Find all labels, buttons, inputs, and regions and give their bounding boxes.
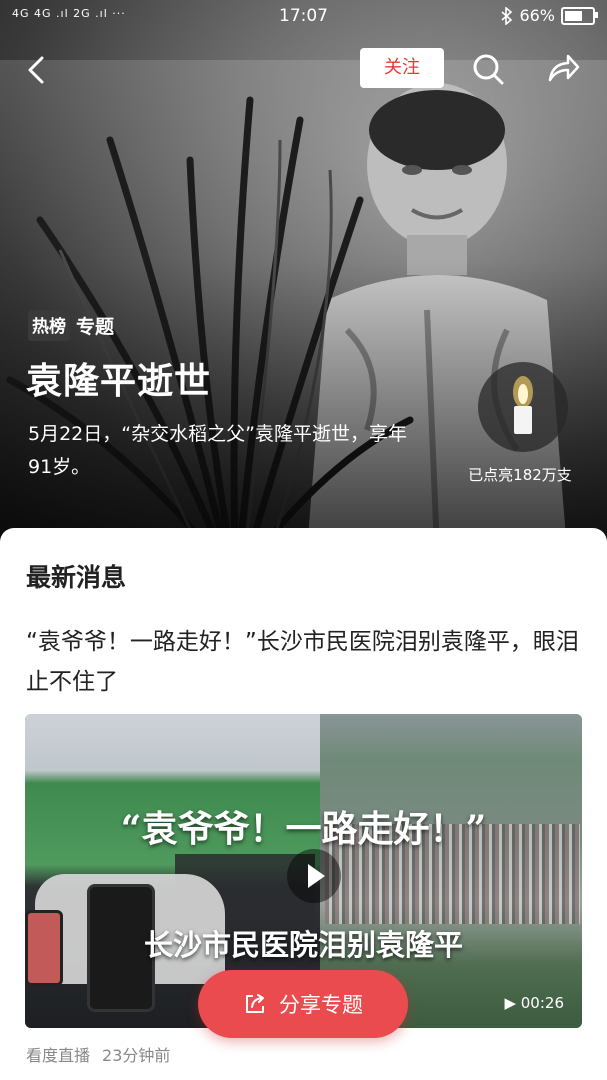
back-arrow-icon[interactable] — [20, 52, 56, 88]
video-caption-bottom: 长沙市民医院泪别袁隆平 — [143, 928, 463, 962]
hot-list-badge: 热榜 — [28, 310, 70, 341]
small-play-icon: ▶ — [504, 994, 521, 1012]
topic-title: 袁隆平逝世 — [26, 361, 212, 402]
candle-count: 已点亮182万支 — [468, 466, 572, 484]
topic-badge: 专题 — [76, 316, 115, 338]
topic-tags: 热榜 专题 — [28, 310, 114, 341]
share-topic-label: 分享专题 — [279, 993, 363, 1017]
candle-icon — [513, 376, 533, 434]
bluetooth-icon — [501, 6, 513, 25]
news-headline[interactable]: “袁爷爷！一路走好！”长沙市民医院泪别袁隆平，眼泪止不住了 — [26, 622, 586, 702]
search-icon[interactable] — [469, 50, 507, 88]
follow-button[interactable]: 关注 — [360, 48, 444, 88]
play-icon[interactable] — [287, 849, 341, 903]
section-title: 最新消息 — [26, 563, 127, 592]
news-time: 23分钟前 — [102, 1046, 171, 1065]
share-box-icon — [246, 994, 264, 1013]
video-caption-top: “袁爷爷！一路走好！” — [120, 808, 487, 850]
share-topic-button[interactable]: 分享专题 — [198, 970, 408, 1038]
light-candle-button[interactable] — [478, 362, 568, 452]
share-icon[interactable] — [544, 50, 582, 88]
video-duration: ▶ 00:26 — [504, 994, 564, 1012]
top-nav: 关注 — [0, 48, 607, 92]
news-source: 看度直播 — [26, 1046, 91, 1065]
battery-icon — [561, 6, 598, 25]
topic-description: 5月22日，“杂交水稻之父”袁隆平逝世，享年91岁。 — [28, 423, 407, 478]
status-bar: 4G 4G .ıl 2G .ıl ··· 17:07 66% — [0, 0, 607, 34]
news-meta: 看度直播 23分钟前 — [26, 1042, 170, 1066]
battery-percent: 66% — [519, 6, 555, 25]
